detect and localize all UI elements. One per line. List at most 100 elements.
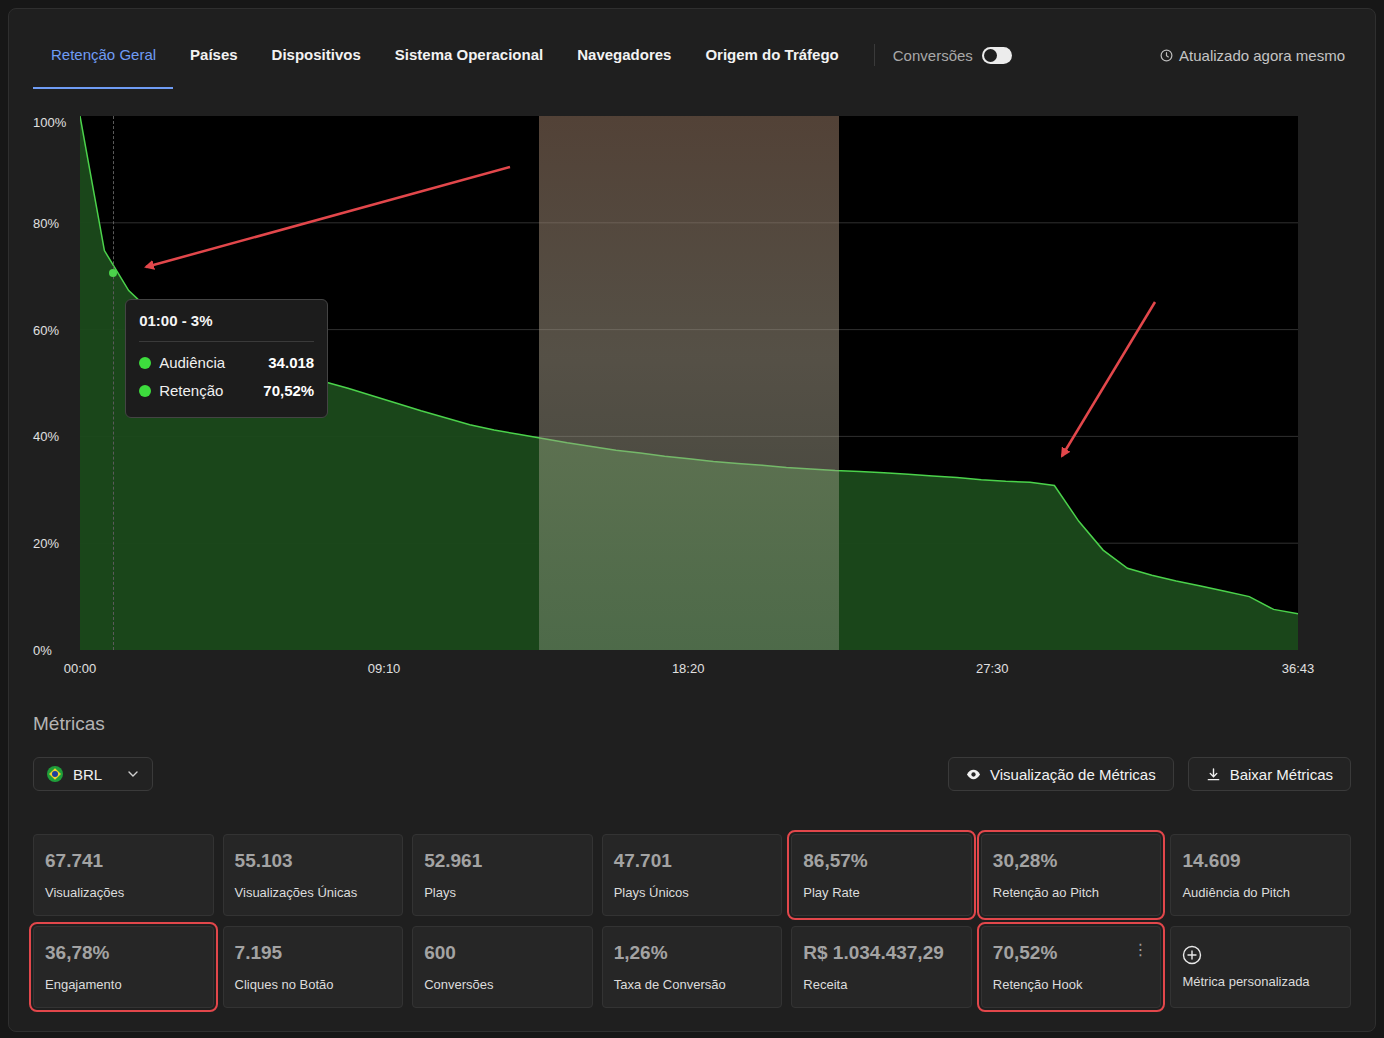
metric-value: R$ 1.034.437,29 [803, 941, 960, 965]
tooltip-row: Retenção70,52% [139, 377, 314, 405]
metric-card: 55.103 Visualizações Únicas [223, 834, 404, 916]
metric-cards: 67.741 Visualizações 55.103 Visualizações Ú… [33, 834, 1351, 1008]
metric-label: Plays [424, 884, 581, 902]
dashboard-card: Retenção GeralPaísesDispositivosSistema … [8, 8, 1376, 1032]
toolbar-button[interactable]: Visualização de Métricas [948, 757, 1174, 791]
x-tick: 00:00 [64, 661, 97, 676]
x-tick: 09:10 [368, 661, 401, 676]
metric-label: Visualizações Únicas [235, 884, 392, 902]
y-tick: 40% [33, 429, 59, 444]
toolbar-button[interactable]: Baixar Métricas [1188, 757, 1351, 791]
metric-value: 55.103 [235, 849, 392, 873]
metric-label: Receita [803, 976, 960, 994]
tab-bar: Retenção GeralPaísesDispositivosSistema … [33, 9, 1351, 89]
add-metric-card[interactable]: Métrica personalizada [1170, 926, 1351, 1008]
metric-label: Plays Únicos [614, 884, 771, 902]
annotation-arrow [146, 167, 510, 267]
plot-area: 01:00 - 3% Audiência 34.018Retenção70,52% [80, 116, 1298, 650]
analytics-page: Retenção GeralPaísesDispositivosSistema … [0, 0, 1384, 1038]
tab[interactable]: Dispositivos [255, 9, 378, 89]
metric-label: Conversões [424, 976, 581, 994]
button-label: Visualização de Métricas [990, 766, 1156, 783]
download-icon [1206, 767, 1221, 782]
tooltip-title: 01:00 - 3% [139, 311, 314, 331]
metric-label: Audiência do Pitch [1182, 884, 1339, 902]
metric-card: 30,28% Retenção ao Pitch [981, 834, 1162, 916]
metric-value: 67.741 [45, 849, 202, 873]
tab[interactable]: Navegadores [560, 9, 688, 89]
plus-circle-icon [1182, 945, 1202, 965]
legend-dot [139, 357, 151, 369]
metric-card: 14.609 Audiência do Pitch [1170, 834, 1351, 916]
retention-chart: 100% 80% 60% 40% 20% 0% 01:00 - 3% Audiência 34.… [33, 116, 1351, 690]
metric-label: Cliques no Botão [235, 976, 392, 994]
annotation-arrow [1062, 302, 1155, 456]
conversions-label: Conversões [893, 47, 973, 64]
x-tick: 36:43 [1282, 661, 1315, 676]
metric-value: 600 [424, 941, 581, 965]
tab[interactable]: Países [173, 9, 255, 89]
tooltip-row: Audiência 34.018 [139, 349, 314, 377]
metric-card: 600 Conversões [412, 926, 593, 1008]
metric-value: 14.609 [1182, 849, 1339, 873]
y-tick: 20% [33, 536, 59, 551]
toggle-knob [984, 49, 997, 62]
clock-icon [1160, 49, 1173, 62]
metric-card: 67.741 Visualizações [33, 834, 214, 916]
y-tick: 100% [33, 115, 66, 130]
y-tick: 60% [33, 322, 59, 337]
retention-area [80, 116, 1298, 650]
tab[interactable]: Sistema Operacional [378, 9, 560, 89]
video-frame [539, 116, 839, 650]
button-label: Baixar Métricas [1230, 766, 1333, 783]
conversions-toggle[interactable] [982, 47, 1012, 64]
x-axis: 00:0009:1018:2027:3036:43 [80, 650, 1298, 690]
y-tick: 80% [33, 215, 59, 230]
metric-value: 30,28% [993, 849, 1150, 873]
annotation-layer [0, 0, 1384, 1038]
metric-value: 7.195 [235, 941, 392, 965]
metric-card: R$ 1.034.437,29 Receita [791, 926, 972, 1008]
metric-label: Retenção ao Pitch [993, 884, 1150, 902]
metric-card: 52.961 Plays [412, 834, 593, 916]
chevron-down-icon [126, 767, 140, 781]
metric-value: 70,52% [993, 941, 1150, 965]
currency-select[interactable]: BRL [33, 757, 153, 791]
metric-value: 36,78% [45, 941, 202, 965]
metric-value: 47.701 [614, 849, 771, 873]
hover-line [113, 116, 114, 650]
tooltip-value: 34.018 [268, 349, 314, 377]
updated-text: Atualizado agora mesmo [1179, 47, 1345, 64]
metric-label: Play Rate [803, 884, 960, 902]
metrics-toolbar: BRL Visualização de Métricas Baixar Métric… [33, 757, 1351, 791]
tooltip-value: 70,52% [263, 377, 314, 405]
metric-value: 1,26% [614, 941, 771, 965]
tab-divider [874, 44, 875, 66]
chart-tooltip: 01:00 - 3% Audiência 34.018Retenção70,52% [125, 299, 328, 418]
metric-card: 47.701 Plays Únicos [602, 834, 783, 916]
tab[interactable]: Retenção Geral [33, 9, 173, 89]
tooltip-label: Audiência [159, 349, 225, 377]
conversions-toggle-row: Conversões [893, 9, 1012, 89]
y-tick: 0% [33, 643, 52, 658]
tab[interactable]: Origem do Tráfego [688, 9, 855, 89]
updated-status: Atualizado agora mesmo [1160, 9, 1351, 89]
metric-card: 36,78%Engajamento [33, 926, 214, 1008]
legend-dot [139, 385, 151, 397]
metric-value: 52.961 [424, 849, 581, 873]
metric-card: 7.195 Cliques no Botão [223, 926, 404, 1008]
brazil-flag-icon [46, 765, 64, 783]
eye-icon [966, 767, 981, 782]
metric-label: Retenção Hook [993, 976, 1150, 994]
metric-label: Taxa de Conversão [614, 976, 771, 994]
x-tick: 27:30 [976, 661, 1009, 676]
metric-menu-button[interactable]: ⋮ [1132, 941, 1148, 959]
currency-value: BRL [73, 766, 117, 783]
x-tick: 18:20 [672, 661, 705, 676]
metric-card: 1,26% Taxa de Conversão [602, 926, 783, 1008]
metric-card: 70,52% Retenção Hook ⋮ [981, 926, 1162, 1008]
metric-value: 86,57% [803, 849, 960, 873]
metric-label: Visualizações [45, 884, 202, 902]
y-axis: 100%80%60%40%20%0% [33, 116, 80, 650]
metric-label: Métrica personalizada [1182, 973, 1339, 991]
